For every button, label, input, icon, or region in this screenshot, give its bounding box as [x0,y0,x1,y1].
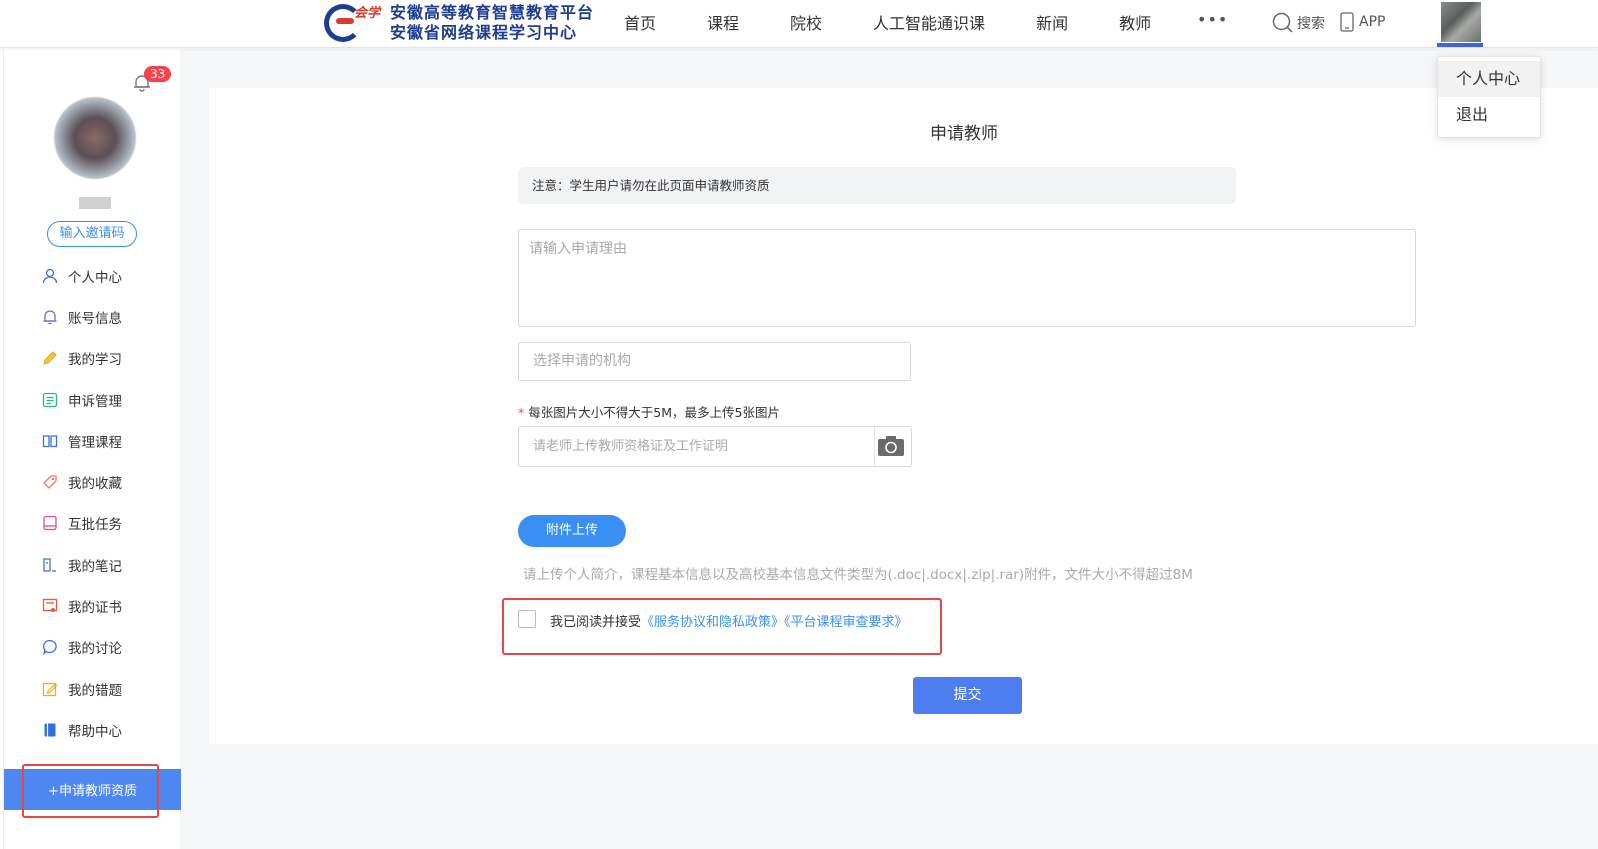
logo-line-1: 安徽高等教育智慧教育平台 [390,3,595,22]
app-label: APP [1359,14,1386,30]
apply-button-highlight [22,764,159,818]
sidebar-item-favorites[interactable]: 我的收藏 [4,461,181,502]
sidebar-avatar[interactable] [54,97,136,179]
sidebar-item-help-center[interactable]: 帮助中心 [4,709,181,750]
note-icon [43,558,56,572]
sidebar-item-peer-review[interactable]: 互批任务 [4,503,181,544]
nav-home[interactable]: 首页 [624,10,656,34]
agreement-prefix: 我已阅读并接受 [550,615,642,630]
sidebar: 33 输入邀请码 个人中心 账号信息 我的学习 申诉管理 管理课程 我的收藏 互… [3,49,181,849]
sidebar-item-label: 管理课程 [68,434,122,451]
bell-icon [43,310,57,325]
agreement-checkbox[interactable] [518,610,536,628]
sidebar-item-label: 个人中心 [68,269,122,286]
sidebar-item-manage-courses[interactable]: 管理课程 [4,420,181,461]
user-avatar[interactable] [1441,2,1481,42]
nav-more-icon[interactable]: ••• [1197,10,1228,29]
course-review-link[interactable]: 《平台课程审查要求》 [784,615,908,630]
sidebar-item-label: 我的证书 [68,600,122,617]
certificate-icon [42,598,58,613]
pencil-icon [43,351,57,365]
logo-script: 会学 [354,6,381,21]
notice-banner: 注意：学生用户请勿在此页面申请教师资质 [518,167,1236,204]
logo-text: 安徽高等教育智慧教育平台 安徽省网络课程学习中心 [390,3,594,43]
sidebar-item-label: 我的讨论 [68,641,122,658]
institution-select[interactable]: 选择申请的机构 [518,342,911,381]
sidebar-menu: 个人中心 账号信息 我的学习 申诉管理 管理课程 我的收藏 互批任务 我的笔记 [4,255,181,751]
logo-mark-icon: 会学 [324,2,390,44]
camera-icon[interactable] [877,435,905,457]
top-header: 会学 安徽高等教育智慧教育平台 安徽省网络课程学习中心 首页 课程 院校 人工智… [0,0,1598,48]
main-nav: 首页 课程 院校 人工智能通识课 新闻 教师 [624,0,1202,44]
submit-button[interactable]: 提交 [913,677,1022,714]
logo-line-2: 安徽省网络课程学习中心 [390,23,578,42]
sidebar-item-discussions[interactable]: 我的讨论 [4,627,181,668]
attachment-hint: 请上传个人简介，课程基本信息以及高校基本信息文件类型为(.doc|.docx|.… [523,567,1193,583]
nav-ai-course[interactable]: 人工智能通识课 [873,10,985,34]
sidebar-item-certificates[interactable]: 我的证书 [4,585,181,626]
sidebar-item-label: 我的笔记 [68,558,122,575]
certificate-upload-field[interactable]: 请老师上传教师资格证及工作证明 [518,426,912,467]
avatar-active-indicator [1437,43,1483,47]
sidebar-item-label: 申诉管理 [68,393,122,410]
search-button[interactable]: 搜索 [1272,12,1325,34]
sidebar-item-personal-center[interactable]: 个人中心 [4,255,181,296]
sidebar-item-label: 帮助中心 [68,723,122,740]
notification-badge: 33 [144,66,172,82]
required-asterisk: * [518,405,525,420]
upload-note: * 每张图片大小不得大于5M，最多上传5张图片 [518,402,780,421]
sidebar-username [79,197,111,209]
help-book-icon [44,723,56,737]
sidebar-item-label: 互批任务 [68,517,122,534]
tablet-icon [43,516,57,531]
nav-schools[interactable]: 院校 [790,10,822,34]
service-privacy-link[interactable]: 《服务协议和隐私政策》 [641,615,784,630]
book-icon [42,435,58,447]
user-icon [42,268,58,283]
sidebar-item-label: 我的收藏 [68,476,122,493]
user-dropdown-menu: 个人中心 退出 [1437,56,1541,138]
sidebar-item-appeals[interactable]: 申诉管理 [4,379,181,420]
app-button[interactable]: APP [1340,12,1385,32]
page-title: 申请教师 [930,124,998,144]
nav-teachers[interactable]: 教师 [1119,10,1151,34]
dropdown-personal-center[interactable]: 个人中心 [1438,61,1540,97]
search-icon [1272,12,1293,33]
agreement-text: 我已阅读并接受《服务协议和隐私政策》《平台课程审查要求》 [550,611,908,630]
sidebar-item-label: 账号信息 [68,310,122,327]
upload-placeholder: 请老师上传教师资格证及工作证明 [533,439,729,454]
list-icon [42,392,58,407]
sidebar-item-label: 我的学习 [68,352,122,369]
nav-news[interactable]: 新闻 [1036,10,1068,34]
tag-icon [43,475,57,490]
search-label: 搜索 [1297,16,1325,32]
sidebar-item-my-study[interactable]: 我的学习 [4,338,181,379]
dropdown-logout[interactable]: 退出 [1438,97,1540,133]
nav-courses[interactable]: 课程 [707,10,739,34]
phone-icon [1340,12,1354,32]
chat-icon [42,640,57,656]
site-logo[interactable]: 会学 安徽高等教育智慧教育平台 安徽省网络课程学习中心 [324,2,594,44]
attachment-upload-button[interactable]: 附件上传 [518,515,626,547]
sidebar-item-account-info[interactable]: 账号信息 [4,296,181,337]
invite-code-button[interactable]: 输入邀请码 [47,221,137,247]
upload-divider [874,427,875,466]
reason-textarea[interactable] [518,229,1416,327]
upload-note-text: 每张图片大小不得大于5M，最多上传5张图片 [528,405,780,420]
sidebar-item-label: 我的错题 [68,682,122,699]
sidebar-item-notes[interactable]: 我的笔记 [4,544,181,585]
sidebar-item-wrong-questions[interactable]: 我的错题 [4,668,181,709]
edit-icon [42,682,58,696]
